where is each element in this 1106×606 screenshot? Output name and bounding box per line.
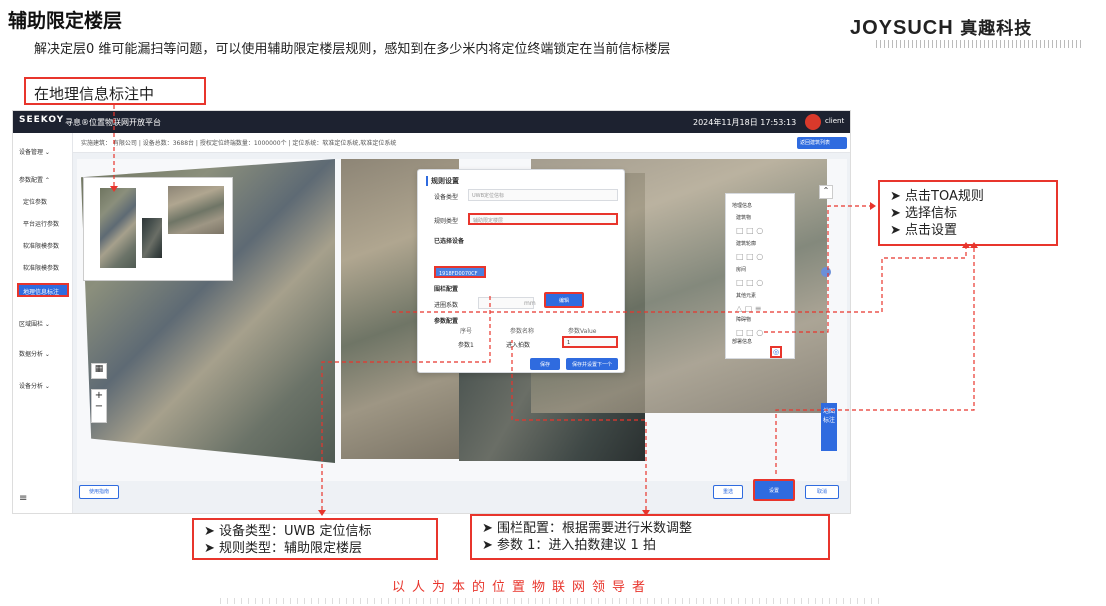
arrow-set-to-right bbox=[775, 248, 975, 474]
arrow-device-to-right bbox=[392, 248, 967, 313]
footer-ruler-decoration bbox=[220, 598, 880, 604]
arrowhead-1 bbox=[110, 186, 118, 192]
arrowhead-4 bbox=[870, 202, 876, 210]
arrow-toa-to-right bbox=[764, 205, 876, 333]
arrow-bottom-left-to-dialog bbox=[321, 296, 491, 510]
connector-arrows bbox=[110, 105, 978, 516]
arrowhead-6 bbox=[970, 242, 978, 248]
arrowhead-3 bbox=[642, 510, 650, 516]
footer-slogan: 以人为本的位置物联网领导者 bbox=[392, 580, 653, 595]
arrowhead-2 bbox=[318, 510, 326, 516]
arrowhead-5 bbox=[962, 242, 970, 248]
arrow-bottom-right-to-param bbox=[511, 340, 647, 510]
